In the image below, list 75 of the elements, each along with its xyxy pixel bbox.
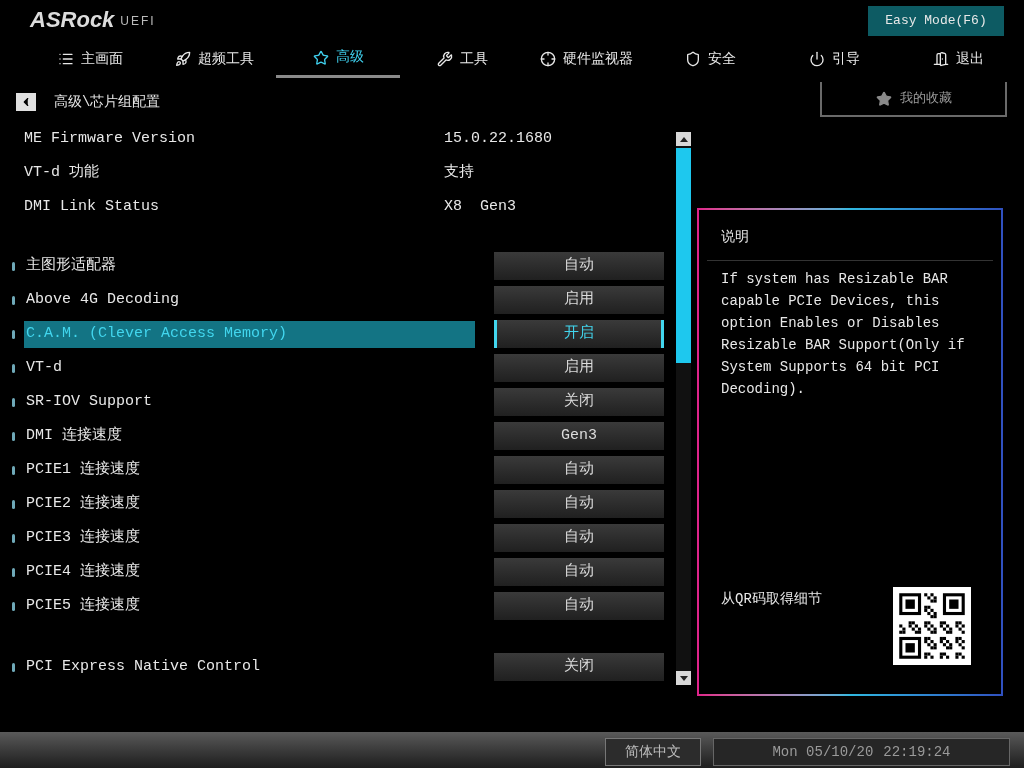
qr-code-icon [893, 587, 971, 665]
option-dropdown[interactable]: 启用 [494, 286, 664, 314]
option-dropdown[interactable]: 自动 [494, 490, 664, 518]
qr-caption: 从QR码取得细节 [721, 590, 822, 609]
easy-mode-button[interactable]: Easy Mode(F6) [868, 6, 1004, 36]
option-dropdown[interactable]: 自动 [494, 592, 664, 620]
option-dropdown[interactable]: 关闭 [494, 388, 664, 416]
scrollbar[interactable] [676, 132, 691, 685]
info-label: DMI Link Status [24, 196, 161, 217]
option-dropdown[interactable]: 启用 [494, 354, 664, 382]
row-marker-icon [12, 295, 15, 305]
info-value: X8 Gen3 [444, 196, 516, 217]
scroll-up-icon[interactable] [676, 132, 691, 146]
row-marker-icon [12, 261, 15, 271]
nav-tab[interactable]: 超频工具 [152, 40, 276, 78]
info-label: VT-d 功能 [24, 162, 100, 183]
scroll-down-icon[interactable] [676, 671, 691, 685]
nav-tab[interactable]: 引导 [772, 40, 896, 78]
setting-label[interactable]: PCIE1 连接速度 [24, 456, 475, 484]
setting-label[interactable]: PCIE4 连接速度 [24, 558, 475, 586]
info-label: ME Firmware Version [24, 128, 197, 149]
power-icon [808, 51, 825, 67]
shield-icon [684, 51, 701, 67]
info-value: 支持 [444, 162, 474, 183]
option-dropdown[interactable]: 开启 [494, 320, 664, 348]
option-dropdown[interactable]: 自动 [494, 252, 664, 280]
setting-label[interactable]: PCIE2 连接速度 [24, 490, 475, 518]
crosshair-icon [539, 51, 556, 67]
option-dropdown[interactable]: 自动 [494, 558, 664, 586]
setting-label[interactable]: PCIE3 连接速度 [24, 524, 475, 552]
row-marker-icon [12, 662, 15, 672]
row-marker-icon [12, 329, 15, 339]
favorites-button[interactable]: 我的收藏 [820, 82, 1007, 117]
logo-suffix: UEFI [120, 13, 156, 30]
back-button[interactable] [16, 93, 36, 111]
nav-tab[interactable]: 退出 [896, 40, 1020, 78]
option-dropdown[interactable]: 自动 [494, 524, 664, 552]
nav-tab[interactable]: 安全 [648, 40, 772, 78]
scrollbar-thumb[interactable] [676, 148, 691, 363]
row-marker-icon [12, 363, 15, 373]
time-text: 22:19:24 [883, 742, 951, 762]
setting-label[interactable]: PCI Express Native Control [24, 653, 475, 681]
breadcrumb: 高级\芯片组配置 [54, 92, 161, 112]
list-icon [57, 51, 74, 67]
row-marker-icon [12, 533, 15, 543]
row-marker-icon [12, 567, 15, 577]
row-marker-icon [12, 499, 15, 509]
rocket-icon [174, 51, 191, 67]
nav-tab[interactable]: 高级 [276, 40, 400, 78]
description-text: If system has Resizable BAR capable PCIe Devices, this option Enables or Disables Resizable BAR Support(Only if System Supports 64 bit PCI Decoding). [721, 270, 966, 399]
option-dropdown[interactable]: 自动 [494, 456, 664, 484]
panel-title: 说明 [721, 228, 749, 247]
row-marker-icon [12, 397, 15, 407]
setting-label[interactable]: VT-d [24, 354, 475, 382]
row-marker-icon [12, 465, 15, 475]
logo: ASRock [30, 8, 115, 32]
setting-label[interactable]: 主图形适配器 [24, 252, 475, 280]
date-text: Mon 05/10/20 [772, 742, 874, 762]
setting-label[interactable]: SR-IOV Support [24, 388, 475, 416]
row-marker-icon [12, 601, 15, 611]
nav-tab[interactable]: 工具 [400, 40, 524, 78]
setting-label[interactable]: DMI 连接速度 [24, 422, 475, 450]
star-icon [875, 90, 892, 107]
star-icon [312, 49, 329, 66]
door-icon [932, 51, 949, 67]
option-dropdown[interactable]: Gen3 [494, 422, 664, 450]
wrench-icon [436, 51, 453, 67]
language-button[interactable]: 简体中文 [605, 738, 701, 766]
nav-tab[interactable]: 主画面 [28, 40, 152, 78]
nav-tab[interactable]: 硬件监视器 [524, 40, 648, 78]
setting-label[interactable]: PCIE5 连接速度 [24, 592, 475, 620]
setting-label[interactable]: Above 4G Decoding [24, 286, 475, 314]
row-marker-icon [12, 431, 15, 441]
option-dropdown[interactable]: 关闭 [494, 653, 664, 681]
info-value: 15.0.22.1680 [444, 128, 553, 149]
